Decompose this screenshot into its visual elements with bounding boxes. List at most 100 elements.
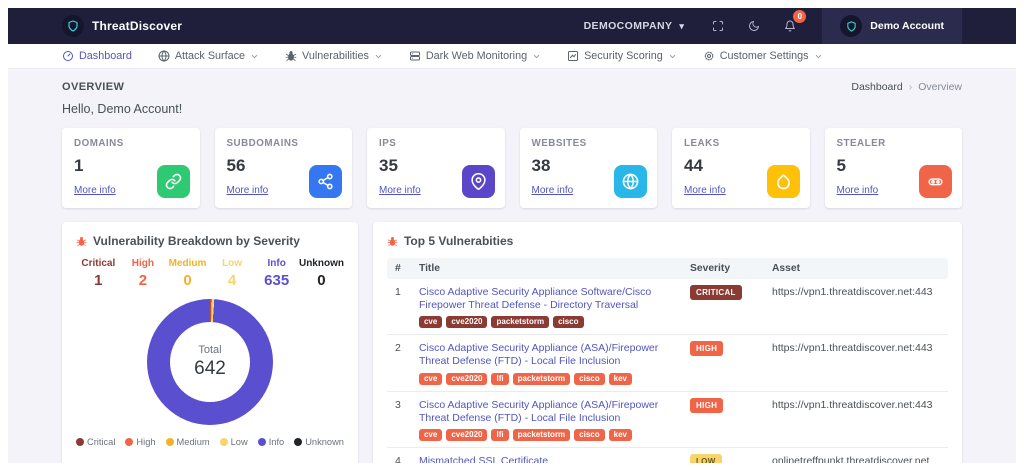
more-info-link[interactable]: More info	[837, 185, 879, 196]
stat-label: DOMAINS	[74, 138, 188, 149]
share-icon	[309, 165, 342, 198]
stat-cards-row: DOMAINS 1 More info SUBDOMAINS 56 More i…	[62, 128, 962, 208]
col-header-title: Title	[419, 263, 690, 274]
stat-card-stealer: STEALER 5 More info	[825, 128, 963, 208]
donut-chart-wrap: Total 642	[76, 299, 344, 425]
nav-label: Customer Settings	[720, 50, 809, 62]
severity-badge: CRITICAL	[690, 285, 742, 300]
vuln-card-title: Top 5 Vulnerabities	[404, 234, 513, 248]
legend-dot	[125, 438, 133, 446]
severity-badge: HIGH	[690, 341, 723, 356]
tag-badge: kev	[609, 373, 632, 385]
row-number: 1	[395, 286, 419, 298]
notifications-button[interactable]: 0	[776, 12, 804, 40]
moon-icon	[748, 20, 760, 32]
legend-dot	[76, 438, 84, 446]
nav-item-vulnerabilities[interactable]: Vulnerabilities	[285, 50, 383, 62]
tag-badge: packetstorm	[513, 373, 571, 385]
breadcrumb-dashboard[interactable]: Dashboard	[851, 81, 902, 93]
asset-text: https://vpn1.threatdiscover.net:443	[772, 286, 940, 298]
page-header: OVERVIEW Dashboard › Overview	[62, 81, 962, 93]
tag-badge: cve	[419, 429, 442, 441]
dark-mode-button[interactable]	[740, 12, 768, 40]
severity-card-header: Vulnerability Breakdown by Severity	[76, 234, 344, 248]
vulnerability-link[interactable]: Cisco Adaptive Security Appliance Softwa…	[419, 286, 680, 312]
legend-dot	[294, 438, 302, 446]
severity-badge: HIGH	[690, 398, 723, 413]
nav-item-dark-web-monitoring[interactable]: Dark Web Monitoring	[409, 50, 541, 62]
tag-badge: packetstorm	[491, 316, 549, 328]
tag-badge: lfi	[491, 373, 508, 385]
vulnerability-link[interactable]: Mismatched SSL Certificate	[419, 455, 680, 463]
tag-badge: cisco	[574, 429, 604, 441]
legend-info[interactable]: Info	[258, 437, 285, 447]
legend-critical[interactable]: Critical	[76, 437, 115, 447]
row-number: 3	[395, 399, 419, 411]
legend-unknown[interactable]: Unknown	[294, 437, 344, 447]
nav-label: Dark Web Monitoring	[426, 50, 527, 62]
nav-item-security-scoring[interactable]: Security Scoring	[567, 50, 677, 62]
table-row: 3 Cisco Adaptive Security Appliance (ASA…	[387, 392, 948, 448]
legend-dot	[220, 438, 228, 446]
greeting-text: Hello, Demo Account!	[62, 102, 962, 116]
vulnerability-link[interactable]: Cisco Adaptive Security Appliance (ASA)/…	[419, 399, 680, 425]
breadcrumb-separator: ›	[909, 81, 913, 93]
nav-label: Vulnerabilities	[302, 50, 369, 62]
severity-card-title: Vulnerability Breakdown by Severity	[93, 234, 300, 248]
more-info-link[interactable]: More info	[227, 185, 269, 196]
tag-list: cve cve2020 lfi packetstorm cisco kev	[419, 373, 680, 385]
tag-badge: cisco	[574, 373, 604, 385]
more-info-link[interactable]: More info	[684, 185, 726, 196]
tag-badge: cve	[419, 316, 442, 328]
main-navigation: Dashboard Attack Surface Vulnerabilities…	[8, 44, 1016, 69]
donut-legend: Critical High Medium Low Info Unknown	[76, 437, 344, 447]
stat-card-websites: WEBSITES 38 More info	[520, 128, 658, 208]
severity-critical: Critical 1	[76, 258, 121, 289]
user-menu[interactable]: Demo Account	[822, 8, 962, 44]
tag-badge: cisco	[553, 316, 583, 328]
chevron-down-icon	[668, 52, 677, 61]
nav-item-attack-surface[interactable]: Attack Surface	[158, 50, 259, 62]
severity-high: High 2	[121, 258, 166, 289]
more-info-link[interactable]: More info	[532, 185, 574, 196]
stat-label: IPS	[379, 138, 493, 149]
nav-label: Security Scoring	[584, 50, 663, 62]
severity-breakdown-card: Vulnerability Breakdown by Severity Crit…	[62, 222, 358, 463]
vulnerability-link[interactable]: Cisco Adaptive Security Appliance (ASA)/…	[419, 342, 680, 368]
tag-badge: cve2020	[446, 316, 487, 328]
stat-label: STEALER	[837, 138, 951, 149]
nav-item-customer-settings[interactable]: Customer Settings	[703, 50, 823, 62]
content-area: OVERVIEW Dashboard › Overview Hello, Dem…	[8, 69, 1016, 463]
row-number: 4	[395, 455, 419, 463]
nav-label: Attack Surface	[175, 50, 245, 62]
legend-low[interactable]: Low	[220, 437, 248, 447]
asset-text: onlinetreffpunkt.threatdiscover.net	[772, 455, 940, 463]
stat-card-domains: DOMAINS 1 More info	[62, 128, 200, 208]
legend-high[interactable]: High	[125, 437, 155, 447]
table-row: 4 Mismatched SSL Certificate ssl LOW onl…	[387, 448, 948, 463]
severity-badge: LOW	[690, 454, 722, 463]
company-dropdown[interactable]: DEMOCOMPANY ▾	[584, 20, 685, 32]
stat-card-leaks: LEAKS 44 More info	[672, 128, 810, 208]
fullscreen-button[interactable]	[704, 12, 732, 40]
bell-icon	[784, 20, 796, 32]
more-info-link[interactable]: More info	[379, 185, 421, 196]
vuln-card-header: Top 5 Vulnerabities	[387, 234, 948, 248]
col-header-num: #	[395, 263, 419, 274]
chart-icon	[567, 50, 579, 62]
brand-logo[interactable]: ThreatDiscover	[62, 15, 182, 37]
table-header: # Title Severity Asset	[387, 258, 948, 279]
tag-badge: cve	[419, 373, 442, 385]
nav-item-dashboard[interactable]: Dashboard	[62, 50, 132, 62]
bug-icon	[76, 236, 87, 247]
more-info-link[interactable]: More info	[74, 185, 116, 196]
severity-unknown: Unknown 0	[299, 258, 344, 289]
col-header-asset: Asset	[772, 263, 940, 274]
severity-summary: Critical 1 High 2 Medium 0 Low 4	[76, 258, 344, 289]
donut-center: Total 642	[147, 299, 273, 425]
severity-donut: Total 642	[147, 299, 273, 425]
tag-list: cve cve2020 packetstorm cisco	[419, 316, 680, 328]
asset-text: https://vpn1.threatdiscover.net:443	[772, 399, 940, 411]
tag-list: cve cve2020 lfi packetstorm cisco kev	[419, 429, 680, 441]
legend-medium[interactable]: Medium	[166, 437, 210, 447]
